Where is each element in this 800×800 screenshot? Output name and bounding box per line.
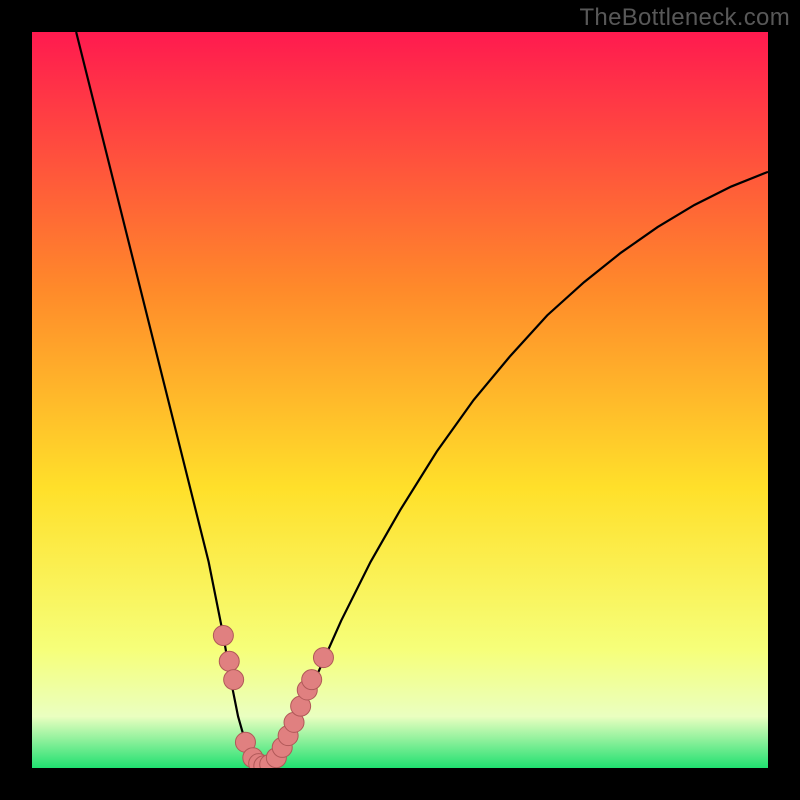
data-marker	[302, 670, 322, 690]
attribution-text: TheBottleneck.com	[579, 4, 790, 32]
gradient-background	[32, 32, 768, 768]
chart-frame: { "attribution": "TheBottleneck.com", "c…	[0, 0, 800, 800]
bottleneck-chart	[32, 32, 768, 768]
data-marker	[224, 670, 244, 690]
data-marker	[213, 626, 233, 646]
data-marker	[219, 651, 239, 671]
data-marker	[313, 648, 333, 668]
plot-area	[32, 32, 768, 768]
